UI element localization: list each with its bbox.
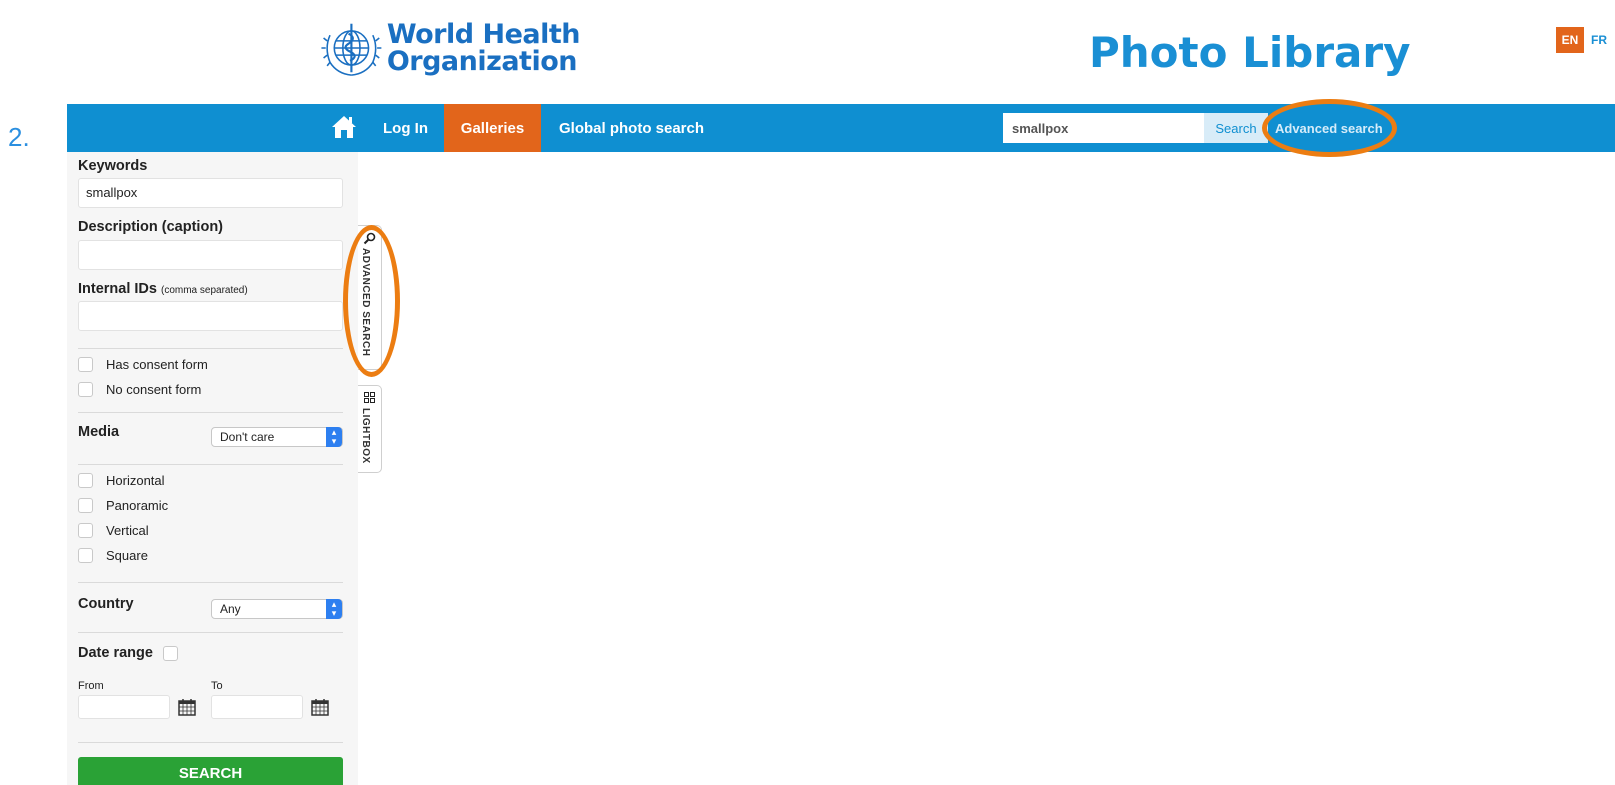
main-navbar: Log In Galleries Global photo search Sea… bbox=[67, 104, 1615, 152]
vertical-checkbox[interactable] bbox=[78, 523, 93, 538]
advanced-search-panel: Keywords smallpox Description (caption) … bbox=[67, 152, 358, 785]
advanced-search-link[interactable]: Advanced search bbox=[1275, 104, 1383, 152]
to-date-input[interactable] bbox=[211, 695, 303, 719]
divider bbox=[78, 582, 343, 583]
calendar-icon[interactable] bbox=[310, 697, 330, 717]
calendar-icon[interactable] bbox=[177, 697, 197, 717]
divider bbox=[78, 412, 343, 413]
media-label: Media bbox=[78, 424, 120, 440]
keywords-input[interactable]: smallpox bbox=[78, 178, 343, 208]
login-link[interactable]: Log In bbox=[383, 104, 428, 152]
internal-ids-label: Internal IDs (comma separated) bbox=[78, 281, 248, 297]
grid-icon bbox=[364, 392, 375, 403]
magnifier-icon bbox=[363, 232, 376, 245]
keywords-label: Keywords bbox=[78, 158, 148, 174]
media-select[interactable]: Don't care ▴ ▾ bbox=[211, 427, 343, 447]
lang-en-button[interactable]: EN bbox=[1556, 27, 1584, 53]
country-label: Country bbox=[78, 596, 134, 612]
search-button[interactable]: Search bbox=[1204, 113, 1268, 143]
description-label: Description (caption) bbox=[78, 219, 224, 235]
galleries-tab[interactable]: Galleries bbox=[444, 104, 541, 152]
vertical-option[interactable]: Vertical bbox=[78, 523, 149, 538]
home-icon[interactable] bbox=[329, 112, 359, 142]
internal-ids-label-text: Internal IDs bbox=[78, 281, 157, 297]
who-logo[interactable]: World Health Organization bbox=[320, 8, 581, 88]
date-range-label: Date range bbox=[78, 645, 153, 661]
advanced-search-tab-label: ADVANCED SEARCH bbox=[360, 248, 371, 357]
select-arrows-icon: ▴ ▾ bbox=[326, 599, 342, 619]
search-input[interactable] bbox=[1003, 113, 1204, 143]
global-photo-search-link[interactable]: Global photo search bbox=[559, 104, 704, 152]
date-range-checkbox[interactable] bbox=[162, 645, 178, 661]
country-select-value: Any bbox=[220, 602, 241, 616]
has-consent-option[interactable]: Has consent form bbox=[78, 357, 208, 372]
country-select[interactable]: Any ▴ ▾ bbox=[211, 599, 343, 619]
divider bbox=[78, 742, 343, 743]
select-arrows-icon: ▴ ▾ bbox=[326, 427, 342, 447]
internal-ids-input[interactable] bbox=[78, 301, 343, 331]
lang-fr-button[interactable]: FR bbox=[1588, 27, 1610, 53]
no-consent-option[interactable]: No consent form bbox=[78, 382, 201, 397]
org-name-line2: Organization bbox=[386, 46, 578, 77]
step-number: 2. bbox=[8, 122, 30, 152]
description-input[interactable] bbox=[78, 240, 343, 270]
panoramic-checkbox[interactable] bbox=[78, 498, 93, 513]
panoramic-label: Panoramic bbox=[106, 498, 169, 513]
to-label: To bbox=[211, 680, 223, 692]
internal-ids-hint: (comma separated) bbox=[161, 285, 248, 296]
media-select-value: Don't care bbox=[220, 430, 275, 444]
divider bbox=[78, 464, 343, 465]
panoramic-option[interactable]: Panoramic bbox=[78, 498, 168, 513]
advanced-search-submit-button[interactable]: SEARCH bbox=[78, 757, 343, 785]
horizontal-checkbox[interactable] bbox=[78, 473, 93, 488]
no-consent-checkbox[interactable] bbox=[78, 382, 93, 397]
divider bbox=[78, 348, 343, 349]
horizontal-label: Horizontal bbox=[106, 473, 165, 488]
has-consent-checkbox[interactable] bbox=[78, 357, 93, 372]
horizontal-option[interactable]: Horizontal bbox=[78, 473, 165, 488]
vertical-label: Vertical bbox=[106, 523, 149, 538]
square-label: Square bbox=[106, 548, 148, 563]
no-consent-label: No consent form bbox=[106, 382, 202, 397]
divider bbox=[78, 632, 343, 633]
lightbox-tab[interactable]: LIGHTBOX bbox=[358, 385, 382, 473]
has-consent-label: Has consent form bbox=[106, 357, 208, 372]
square-checkbox[interactable] bbox=[78, 548, 93, 563]
lightbox-tab-label: LIGHTBOX bbox=[360, 408, 371, 464]
from-label: From bbox=[78, 680, 104, 692]
advanced-search-tab[interactable]: ADVANCED SEARCH bbox=[358, 225, 382, 370]
org-name-line1: World Health bbox=[386, 19, 581, 50]
page-title: Photo Library bbox=[1089, 28, 1411, 77]
square-option[interactable]: Square bbox=[78, 548, 148, 563]
date-range-row: Date range bbox=[78, 645, 191, 661]
who-emblem-icon bbox=[321, 23, 382, 76]
from-date-input[interactable] bbox=[78, 695, 170, 719]
